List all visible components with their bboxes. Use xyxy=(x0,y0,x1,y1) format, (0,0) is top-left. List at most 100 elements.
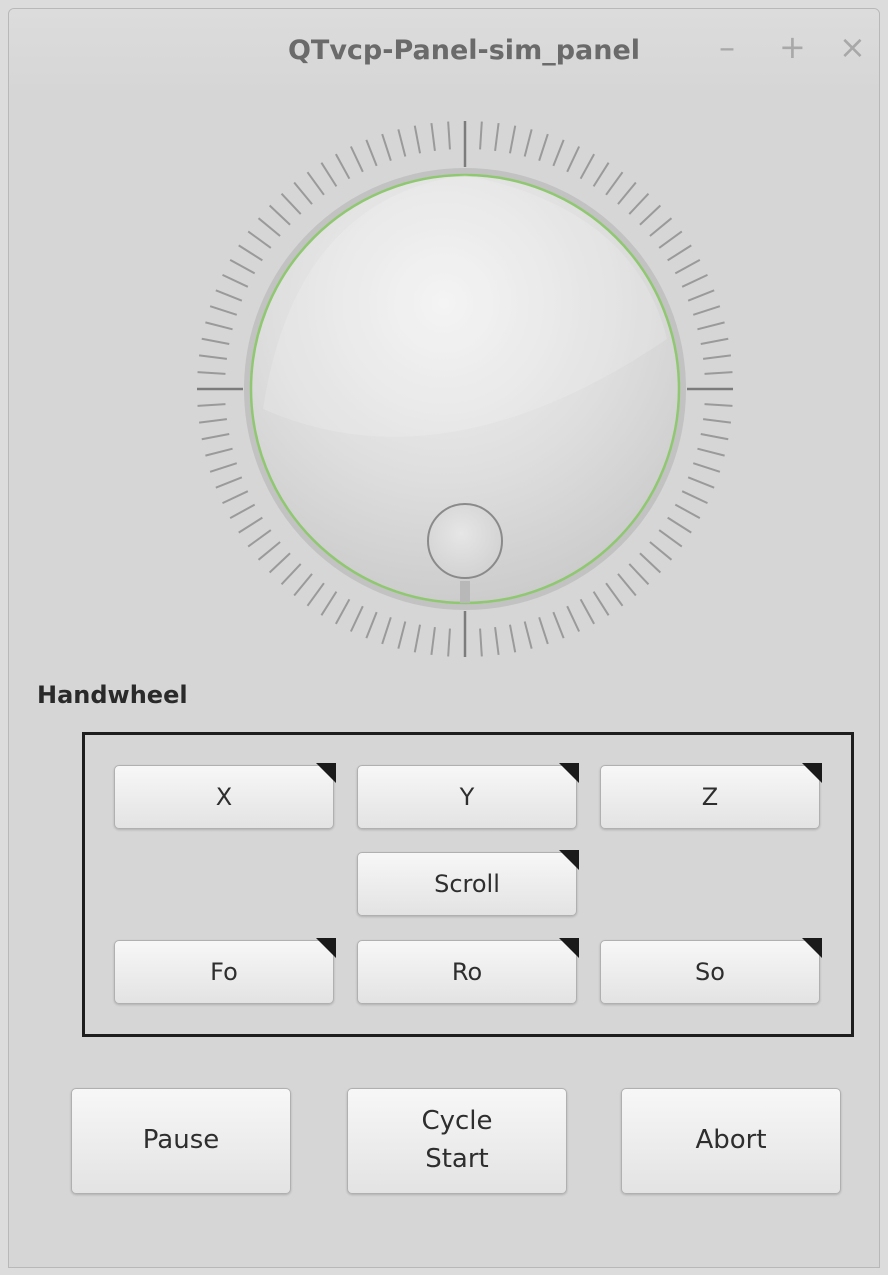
dial-tick xyxy=(209,462,238,473)
axis-y-button[interactable]: Y xyxy=(357,763,579,829)
dial-tick xyxy=(198,418,228,424)
rapid-override-button[interactable]: Ro xyxy=(357,938,579,1004)
title-bar: QTvcp-Panel-sim_panel – + × xyxy=(9,9,879,93)
dial-tick xyxy=(430,626,436,656)
dial-tick xyxy=(649,217,673,237)
dial-tick xyxy=(201,432,230,441)
dial-tick xyxy=(538,616,549,645)
dial-tick xyxy=(201,337,230,346)
dial-tick xyxy=(229,503,256,519)
dial-tick xyxy=(257,541,281,561)
dial-tick xyxy=(674,503,701,519)
dial-finger-dimple[interactable] xyxy=(427,503,503,579)
dial-tick xyxy=(681,273,708,288)
dial-tick xyxy=(552,611,565,639)
dial-tick xyxy=(320,591,338,616)
dial-tick xyxy=(674,259,701,275)
axis-z-button[interactable]: Z xyxy=(600,763,822,829)
dial-tick xyxy=(293,181,313,205)
handwheel-dial-graphic[interactable] xyxy=(185,109,745,669)
dial-tick xyxy=(205,447,233,457)
axis-x-button[interactable]: X xyxy=(114,763,336,829)
dial-tick xyxy=(639,552,662,574)
handwheel-label: Handwheel xyxy=(37,681,188,709)
dial-tick xyxy=(566,605,581,632)
dial-tick xyxy=(617,181,637,205)
cycle-start-button[interactable]: Cycle Start xyxy=(347,1088,567,1194)
dial-tick xyxy=(702,418,732,424)
dial-tick xyxy=(209,305,238,316)
feed-override-button[interactable]: Fo xyxy=(114,938,336,1004)
dial-tick xyxy=(397,129,407,157)
dial-tick xyxy=(508,125,517,154)
indicator-corner-icon xyxy=(559,763,579,783)
dial-tick xyxy=(479,628,483,657)
indicator-corner-icon xyxy=(559,850,579,870)
dial-tick xyxy=(697,447,725,457)
axis-z-label: Z xyxy=(701,783,719,811)
dial-tick xyxy=(692,462,721,473)
dial-tick xyxy=(592,591,610,616)
handwheel-dial[interactable] xyxy=(185,109,745,669)
dial-tick xyxy=(222,273,249,288)
dial-tick xyxy=(238,244,263,262)
dial-tick xyxy=(687,289,715,302)
window-title: QTvcp-Panel-sim_panel xyxy=(287,35,641,66)
dial-tick xyxy=(397,621,407,649)
dial-tick xyxy=(238,516,263,534)
dial-tick xyxy=(413,624,422,653)
indicator-corner-icon xyxy=(802,938,822,958)
dial-tick xyxy=(349,146,364,173)
dial-tick xyxy=(280,563,302,586)
dial-tick xyxy=(205,321,233,331)
dial-tick xyxy=(365,611,378,639)
abort-button[interactable]: Abort xyxy=(621,1088,841,1194)
indicator-corner-icon xyxy=(559,938,579,958)
maximize-button[interactable]: + xyxy=(779,31,806,63)
dial-tick xyxy=(552,139,565,167)
dial-tick xyxy=(197,371,226,375)
indicator-corner-icon xyxy=(802,763,822,783)
dial-tick xyxy=(692,305,721,316)
dial-tick xyxy=(617,573,637,597)
dial-tick xyxy=(479,121,483,150)
dial-tick xyxy=(702,354,732,360)
spindle-override-button[interactable]: So xyxy=(600,938,822,1004)
dial-tick xyxy=(215,476,243,489)
dial-tick xyxy=(335,598,351,625)
dial-tick xyxy=(494,122,500,152)
dial-tick xyxy=(628,192,650,215)
dial-tick xyxy=(704,371,733,375)
dial-tick xyxy=(349,605,364,632)
cycle-start-label-line1: Cycle xyxy=(421,1106,493,1137)
dial-tick xyxy=(687,476,715,489)
dial-tick xyxy=(381,616,392,645)
close-button[interactable]: × xyxy=(839,31,866,63)
dial-tick xyxy=(320,162,338,187)
pause-button[interactable]: Pause xyxy=(71,1088,291,1194)
dial-tick xyxy=(197,403,226,407)
dial-tick xyxy=(306,171,325,196)
dial-tick xyxy=(639,204,662,226)
dial-tick xyxy=(268,552,291,574)
rapid-override-label: Ro xyxy=(451,958,483,986)
dial-tick xyxy=(508,624,517,653)
dial-tick xyxy=(658,230,683,249)
dial-tick xyxy=(447,628,451,657)
dial-tick xyxy=(579,598,595,625)
minimize-button[interactable]: – xyxy=(719,31,735,63)
dial-tick xyxy=(592,162,610,187)
spindle-override-label: So xyxy=(695,958,725,986)
dial-tick xyxy=(523,621,533,649)
dial-tick xyxy=(447,121,451,150)
dial-tick xyxy=(628,563,650,586)
dial-tick xyxy=(700,432,729,441)
scroll-button[interactable]: Scroll xyxy=(357,850,579,916)
dial-tick xyxy=(293,573,313,597)
dial-tick xyxy=(523,129,533,157)
dial-tick xyxy=(579,153,595,180)
dial-tick xyxy=(280,192,302,215)
dial-tick xyxy=(229,259,256,275)
dial-index-marker xyxy=(460,581,470,603)
dial-tick xyxy=(306,582,325,607)
